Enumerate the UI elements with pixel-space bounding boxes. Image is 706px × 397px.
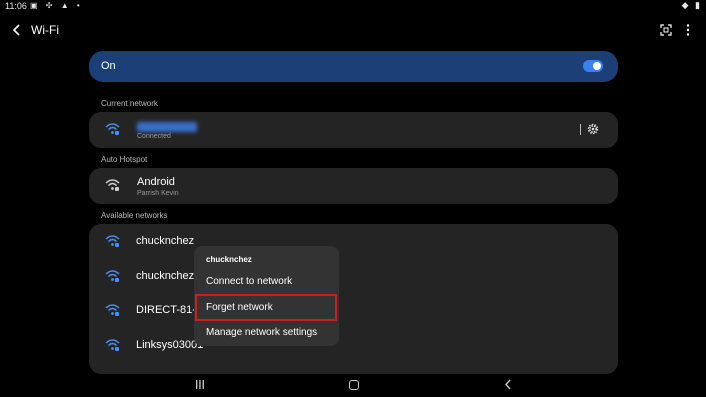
highlight-box bbox=[195, 294, 337, 321]
status-bar: 11:06 ▣ ✣ ▲ • ◆ ▮ bbox=[0, 0, 706, 14]
hotspot-owner: Parrish Kevin bbox=[137, 190, 179, 197]
recents-icon[interactable] bbox=[195, 380, 205, 389]
more-options-icon[interactable] bbox=[684, 23, 692, 37]
menu-item-connect[interactable]: Connect to network bbox=[206, 276, 292, 287]
system-nav-bar bbox=[0, 372, 706, 397]
page-title: Wi-Fi bbox=[31, 23, 59, 37]
wifi-signal-icon bbox=[105, 123, 120, 135]
wifi-lock-icon bbox=[105, 339, 120, 351]
home-icon[interactable] bbox=[349, 380, 359, 390]
system-status-icons: ◆ ▮ bbox=[681, 0, 702, 10]
switch-knob bbox=[593, 62, 601, 70]
top-app-bar: Wi-Fi bbox=[0, 20, 706, 42]
network-name: chucknchez bbox=[136, 235, 195, 247]
back-arrow-icon[interactable] bbox=[10, 22, 24, 38]
wifi-lock-icon bbox=[105, 235, 120, 247]
wifi-lock-icon bbox=[105, 304, 120, 316]
wifi-lock-icon bbox=[105, 270, 120, 282]
current-network-ssid-redacted bbox=[137, 122, 197, 132]
status-time: 11:06 bbox=[5, 1, 27, 11]
available-networks-heading: Available networks bbox=[101, 211, 168, 220]
network-name: chucknchez bbox=[136, 270, 195, 282]
current-network-heading: Current network bbox=[101, 99, 158, 108]
auto-hotspot-heading: Auto Hotspot bbox=[101, 155, 148, 164]
qr-scan-icon[interactable] bbox=[660, 24, 672, 36]
wifi-toggle-card[interactable]: On bbox=[89, 51, 618, 82]
menu-item-manage-settings[interactable]: Manage network settings bbox=[206, 327, 317, 338]
wifi-toggle-label: On bbox=[101, 60, 116, 72]
settings-divider bbox=[580, 124, 581, 135]
nav-back-icon[interactable] bbox=[504, 379, 512, 390]
notification-icons: ▣ ✣ ▲ • bbox=[30, 1, 83, 10]
hotspot-signal-icon bbox=[105, 179, 120, 191]
wifi-switch[interactable] bbox=[583, 60, 603, 72]
network-name: Linksys03001 bbox=[136, 339, 204, 351]
current-network-status: Connected bbox=[137, 133, 171, 140]
hotspot-name: Android bbox=[137, 176, 175, 188]
gear-icon[interactable] bbox=[587, 123, 599, 135]
context-menu-title: chucknchez bbox=[206, 255, 252, 264]
